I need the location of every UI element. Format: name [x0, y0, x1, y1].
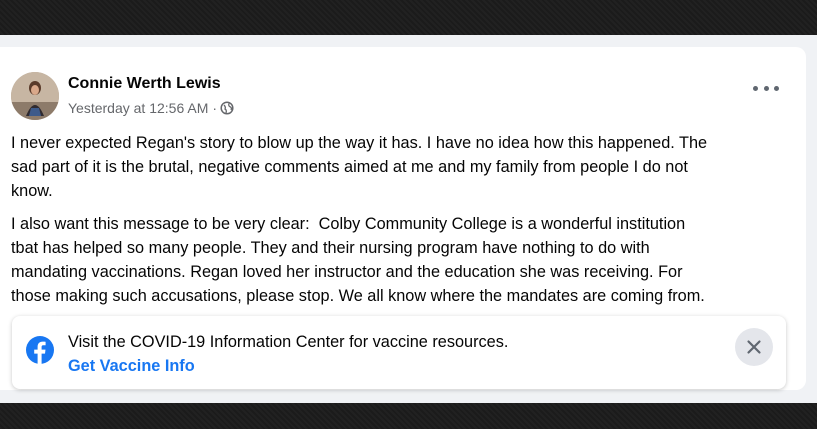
post-paragraph-2: I also want this message to be very clea… [11, 212, 801, 308]
more-dot [753, 85, 758, 91]
post-paragraph-1: I never expected Regan's story to blow u… [11, 131, 801, 203]
more-dot [774, 85, 779, 91]
covid-info-banner: Visit the COVID-19 Information Center fo… [12, 316, 786, 389]
globe-icon [220, 101, 234, 115]
post-line: mandating vaccinations. Regan loved her … [11, 263, 683, 281]
post-card-background: Connie Werth Lewis Yesterday at 12:56 AM… [0, 35, 817, 403]
more-options-icon[interactable] [753, 80, 779, 96]
post-line: I also want this message to be very clea… [11, 215, 686, 233]
facebook-post: Connie Werth Lewis Yesterday at 12:56 AM… [0, 47, 806, 390]
post-line: I never expected Regan's story to blow u… [11, 134, 708, 152]
post-line: sad part of it is the brutal, negative c… [11, 158, 688, 176]
post-body: I never expected Regan's story to blow u… [11, 131, 801, 308]
more-dot [763, 85, 769, 91]
facebook-icon [26, 336, 54, 364]
post-line: tbat has helped so many people. They and… [11, 239, 650, 257]
post-timestamp[interactable]: Yesterday at 12:56 AM [68, 100, 208, 116]
author-avatar[interactable] [11, 72, 59, 120]
get-vaccine-info-link[interactable]: Get Vaccine Info [68, 357, 195, 376]
meta-separator: · [212, 100, 218, 116]
close-banner-button[interactable] [735, 328, 773, 366]
post-meta: Yesterday at 12:56 AM · [68, 100, 234, 116]
author-name[interactable]: Connie Werth Lewis [68, 75, 221, 93]
close-icon [747, 340, 761, 354]
post-line: know. [11, 182, 53, 200]
post-line: those making such accusations, please st… [11, 287, 705, 305]
covid-info-message: Visit the COVID-19 Information Center fo… [68, 333, 509, 351]
